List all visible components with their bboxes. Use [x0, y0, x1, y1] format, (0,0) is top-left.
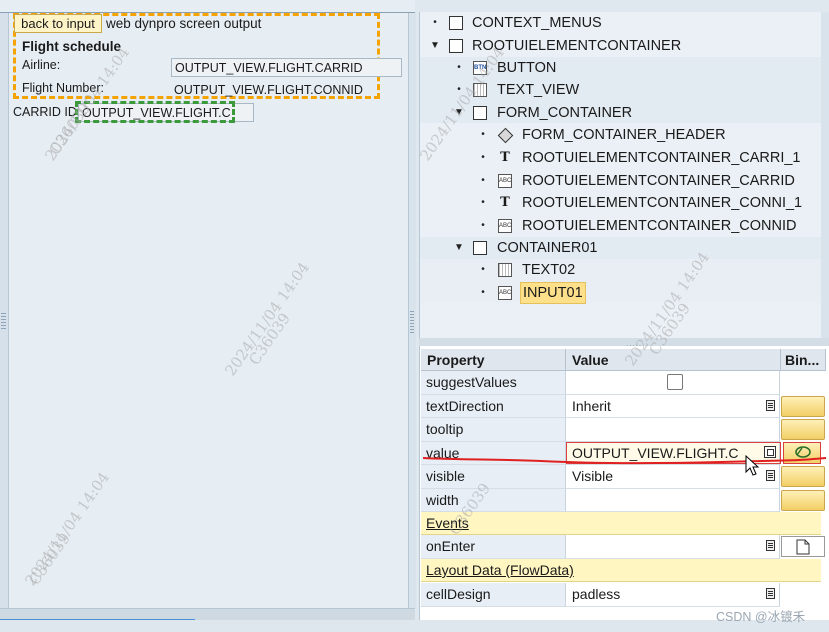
- dropdown-list-icon[interactable]: [766, 588, 775, 599]
- tree-item-label: CONTAINER01: [497, 240, 598, 256]
- tree-item-label-selected: INPUT01: [520, 282, 586, 304]
- tree-scrollbar[interactable]: [821, 12, 829, 342]
- tree-item-label: ROOTUIELEMENTCONTAINER_CONNI_1: [522, 195, 803, 211]
- box-icon: [449, 39, 463, 53]
- property-value-select[interactable]: [566, 535, 780, 559]
- property-column-header[interactable]: Property: [421, 349, 566, 371]
- property-value-cell[interactable]: [566, 371, 780, 395]
- box-icon: [449, 16, 463, 30]
- green-highlight-frame: [75, 101, 235, 123]
- tree-bullet-icon: •: [481, 129, 485, 140]
- bottom-strip: [0, 620, 829, 632]
- value-column-header[interactable]: Value: [566, 349, 781, 371]
- tree-bullet-icon: •: [481, 197, 485, 208]
- tree-item-label: FORM_CONTAINER_HEADER: [522, 127, 726, 143]
- property-row-onenter: onEnter: [421, 535, 825, 559]
- left-scrollbar[interactable]: [0, 13, 9, 608]
- tree-bullet-icon: •: [481, 220, 485, 231]
- property-value-select[interactable]: Inherit: [566, 394, 780, 418]
- tree-bullet-icon: •: [433, 17, 437, 28]
- property-name: onEnter: [421, 535, 566, 559]
- binding-column-header[interactable]: Bin...: [781, 349, 826, 371]
- grid-icon: [498, 263, 512, 277]
- abc-input-icon: ABC: [498, 219, 512, 233]
- property-row-suggestvalues: suggestValues: [421, 371, 821, 395]
- property-row-celldesign: cellDesign padless: [421, 583, 821, 607]
- binding-button[interactable]: [781, 466, 825, 487]
- tree-item-label: FORM_CONTAINER: [497, 105, 633, 121]
- property-value-select[interactable]: padless: [566, 583, 780, 607]
- flight-schedule-heading: Flight schedule: [22, 39, 122, 54]
- expand-arrow-icon[interactable]: ▼: [429, 35, 441, 57]
- screen-title: web dynpro screen output: [106, 16, 262, 31]
- tree-item-label: BUTTON: [497, 60, 557, 76]
- pane-splitter-horizontal[interactable]: .....: [419, 338, 829, 348]
- property-value-input[interactable]: [566, 418, 780, 442]
- property-row-textdirection: textDirection Inherit: [421, 394, 825, 418]
- text-T-icon: T: [500, 150, 510, 165]
- property-name: textDirection: [421, 394, 566, 418]
- property-name: tooltip: [421, 418, 566, 442]
- abc-input-icon: ABC: [498, 174, 512, 188]
- property-value-input[interactable]: [566, 488, 780, 512]
- tree-bullet-icon: •: [457, 62, 461, 73]
- flight-number-output: OUTPUT_VIEW.FLIGHT.CONNID: [174, 83, 363, 97]
- airline-output-field: OUTPUT_VIEW.FLIGHT.CARRID: [171, 58, 402, 77]
- tree-item-label: ROOTUIELEMENTCONTAINER_CONNID: [522, 218, 797, 234]
- tree-item-label: TEXT02: [522, 262, 576, 278]
- tree-bullet-icon: •: [481, 152, 485, 163]
- property-row-tooltip: tooltip: [421, 418, 825, 442]
- events-section-header[interactable]: Events: [421, 512, 821, 535]
- expand-arrow-icon[interactable]: ▼: [453, 237, 465, 259]
- tree-bullet-icon: •: [481, 264, 485, 275]
- tree-item-label: ROOTUIELEMENTCONTAINER_CARRID: [522, 173, 795, 189]
- tree-item-label: TEXT_VIEW: [497, 82, 580, 98]
- mouse-cursor-icon: [745, 455, 760, 476]
- tree-item-label: CONTEXT_MENUS: [472, 15, 602, 31]
- tree-bullet-icon: •: [481, 175, 485, 186]
- tree-bullet-icon: •: [481, 287, 485, 298]
- text-T-icon: T: [500, 195, 510, 210]
- back-to-input-button[interactable]: back to input: [14, 14, 102, 33]
- binding-button[interactable]: [781, 395, 825, 417]
- create-event-handler-button[interactable]: [781, 536, 825, 557]
- binding-button[interactable]: [781, 489, 825, 511]
- box-icon: [473, 106, 487, 120]
- airline-label: Airline:: [22, 58, 61, 72]
- left-scroll-handle[interactable]: [1, 313, 6, 331]
- property-name: suggestValues: [421, 371, 566, 395]
- property-name: width: [421, 488, 566, 512]
- dropdown-list-icon[interactable]: [766, 470, 775, 481]
- box-icon: [473, 241, 487, 255]
- property-value: padless: [572, 586, 621, 602]
- layout-data-section-header[interactable]: Layout Data (FlowData): [421, 559, 821, 582]
- property-value: Inherit: [572, 397, 611, 414]
- credit-text: CSDN @冰镀禾: [716, 610, 806, 624]
- dropdown-list-icon[interactable]: [766, 540, 775, 551]
- binding-button[interactable]: [781, 419, 825, 440]
- property-value: Visible: [572, 468, 613, 484]
- splitter-grip-icon[interactable]: [410, 311, 414, 333]
- suggest-values-checkbox[interactable]: [667, 374, 683, 390]
- dropdown-list-icon[interactable]: [766, 399, 775, 411]
- document-icon: [796, 539, 810, 555]
- tree-item-label: ROOTUIELEMENTCONTAINER_CARRI_1: [522, 150, 801, 166]
- property-name: cellDesign: [421, 583, 566, 607]
- pane-splitter-vertical[interactable]: [408, 13, 416, 608]
- abc-input-icon: ABC: [498, 286, 512, 300]
- red-annotation-stroke: [422, 457, 827, 465]
